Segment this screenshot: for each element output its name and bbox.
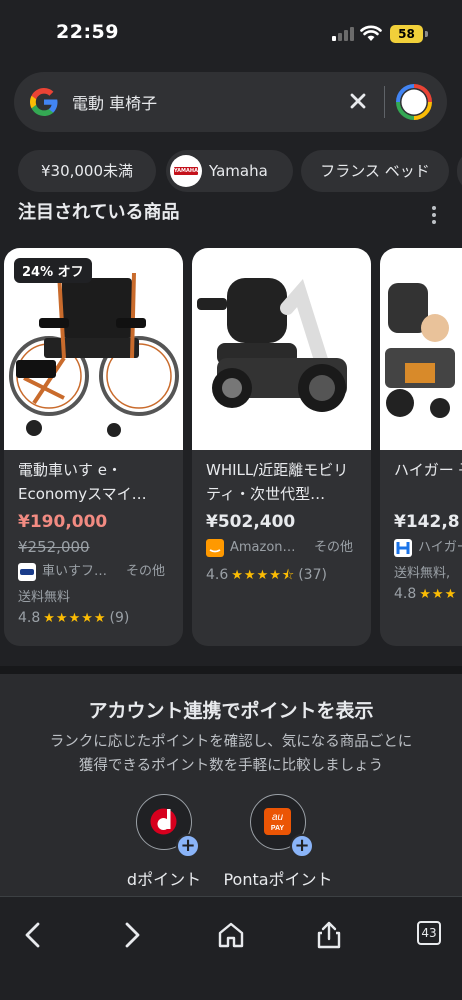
add-icon[interactable]: +: [176, 834, 200, 858]
merchant-logo-icon: [18, 563, 36, 581]
google-logo-icon: [30, 88, 58, 116]
product-image: [192, 248, 371, 450]
star-rating-icon: ★★★★★: [43, 611, 107, 626]
chip-france-bed[interactable]: フランス ベッド: [301, 150, 449, 192]
filter-chips: ¥30,000未満 YAMAHA Yamaha フランス ベッド: [18, 150, 462, 192]
rating-value: 4.8: [18, 610, 41, 626]
product-image: 24% オフ: [4, 248, 183, 450]
product-price: ¥190,000: [18, 512, 108, 532]
product-price: ¥142,8: [394, 512, 460, 532]
chip-yamaha-label: Yamaha: [209, 162, 268, 180]
bottom-navigation: 43: [0, 896, 462, 1000]
product-card[interactable]: 24% オフ 電動車いす e・Economyスマイ… ¥190,000 ¥252…: [4, 248, 183, 646]
account-description: ランクに応じたポイントを確認し、気になる商品ごとに 獲得できるポイント数を手軽に…: [20, 730, 442, 778]
rating-row: 4.8 ★★★: [394, 586, 460, 602]
product-carousel: 24% オフ 電動車いす e・Economyスマイ… ¥190,000 ¥252…: [0, 248, 462, 648]
product-title: WHILL/近距離モビリティ・次世代型…: [206, 461, 349, 503]
rating-value: 4.6: [206, 567, 229, 583]
section-title: 注目されている商品: [18, 202, 180, 223]
account-desc-line2: 獲得できるポイント数を手軽に比較しましょう: [78, 758, 384, 774]
shipping-info: 送料無料,: [394, 566, 451, 581]
other-sellers: その他: [314, 540, 354, 555]
account-linking-section: アカウント連携でポイントを表示 ランクに応じたポイントを確認し、気になる商品ごと…: [0, 666, 462, 896]
ponta-point-link[interactable]: au PAY + Pontaポイント: [210, 794, 340, 904]
chip-yamaha[interactable]: YAMAHA Yamaha: [166, 150, 293, 192]
status-bar: 22:59 58: [0, 0, 462, 66]
forward-arrow-icon[interactable]: [115, 919, 147, 951]
product-image: [380, 248, 462, 450]
product-title: 電動車いす e・Economyスマイ…: [18, 461, 147, 503]
tab-switcher-button[interactable]: 43: [417, 921, 441, 945]
review-count: (37): [298, 567, 327, 583]
search-input[interactable]: 電動 車椅子: [72, 90, 157, 114]
account-desc-line1: ランクに応じたポイントを確認し、気になる商品ごとに: [49, 734, 413, 750]
product-card[interactable]: ハイガー 子 車いす ¥142,8 ハイガー 送料無料, 4.8★★★: [380, 248, 462, 646]
search-bar[interactable]: 電動 車椅子: [14, 72, 447, 132]
star-rating-icon: ★★★: [419, 587, 458, 602]
wifi-icon: [360, 25, 382, 41]
merchant-name: ハイガー: [418, 540, 462, 555]
more-vert-icon[interactable]: [431, 206, 437, 226]
share-icon[interactable]: [313, 919, 345, 951]
status-time: 22:59: [56, 21, 119, 43]
close-icon[interactable]: [346, 89, 370, 113]
home-icon[interactable]: [215, 919, 247, 951]
signal-icon: [332, 27, 354, 41]
star-rating-icon: ★★★★⯪: [231, 568, 296, 583]
product-title: ハイガー 子 車いす: [394, 461, 462, 479]
account-title: アカウント連携でポイントを表示: [88, 700, 374, 722]
chip-price-filter[interactable]: ¥30,000未満: [18, 150, 156, 192]
merchant-logo-icon: [394, 539, 412, 557]
d-point-link[interactable]: + dポイント: [96, 794, 226, 904]
svg-text:PAY: PAY: [271, 825, 285, 832]
product-price: ¥502,400: [206, 512, 296, 532]
product-card[interactable]: WHILL/近距離モビリティ・次世代型… ¥502,400 Amazon… その…: [192, 248, 371, 646]
back-arrow-icon[interactable]: [18, 919, 50, 951]
svg-text:au: au: [272, 812, 284, 823]
battery-indicator: 58: [390, 25, 423, 43]
merchant-name: Amazon…: [230, 540, 296, 555]
google-lens-icon[interactable]: [395, 83, 433, 121]
yamaha-logo-icon: YAMAHA: [170, 155, 202, 187]
other-sellers: その他: [126, 564, 166, 579]
chip-more[interactable]: [457, 150, 462, 192]
add-icon[interactable]: +: [290, 834, 314, 858]
battery-tip: [425, 31, 428, 37]
rating-row: 4.6 ★★★★⯪ (37): [206, 566, 327, 588]
amazon-logo-icon: [206, 539, 224, 557]
product-old-price: ¥252,000: [18, 538, 90, 556]
merchant-name: 車いすフ…: [42, 564, 108, 579]
search-divider: [384, 86, 385, 118]
merchant-row: ハイガー: [394, 538, 462, 558]
ponta-point-label: Pontaポイント: [223, 870, 333, 889]
rating-value: 4.8: [394, 586, 417, 602]
merchant-row: 車いすフ… その他: [18, 562, 178, 582]
merchant-row: Amazon… その他: [206, 538, 366, 558]
review-count: (9): [109, 610, 130, 626]
rating-row: 4.8 ★★★★★ (9): [18, 610, 129, 626]
section-header: 注目されている商品: [0, 202, 462, 232]
shipping-info: 送料無料: [18, 590, 71, 605]
discount-badge: 24% オフ: [14, 258, 92, 283]
